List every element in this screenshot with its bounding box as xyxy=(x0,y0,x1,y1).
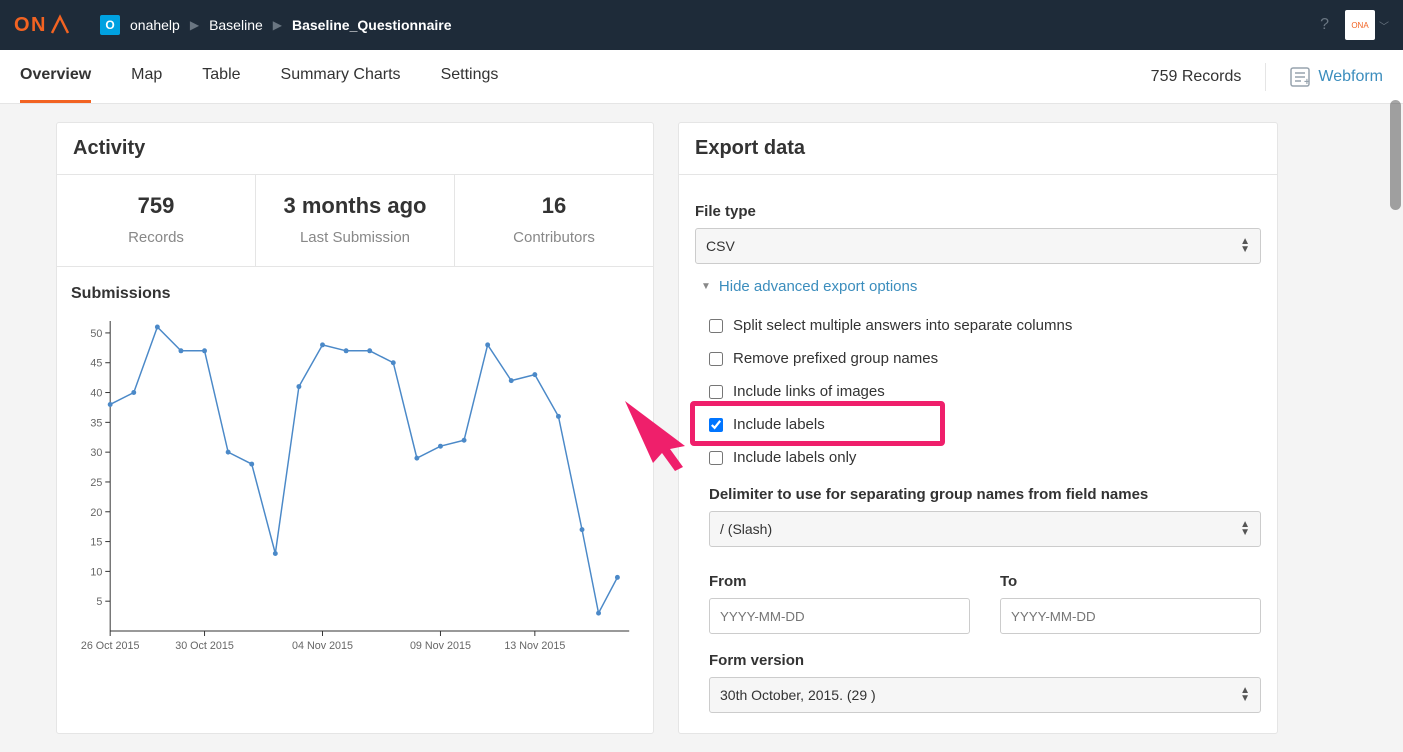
help-icon[interactable]: ? xyxy=(1320,16,1329,34)
to-label: To xyxy=(1000,573,1261,590)
toggle-advanced[interactable]: ▼ Hide advanced export options xyxy=(701,278,1261,295)
org-badge-icon: O xyxy=(100,15,120,35)
svg-text:10: 10 xyxy=(90,566,102,578)
chevron-updown-icon: ▲▼ xyxy=(1240,687,1250,703)
svg-text:13 Nov 2015: 13 Nov 2015 xyxy=(504,640,565,652)
chevron-updown-icon: ▲▼ xyxy=(1240,238,1250,254)
delimiter-select[interactable]: / (Slash) ▲▼ xyxy=(709,511,1261,547)
tab-settings[interactable]: Settings xyxy=(441,50,499,103)
tab-summary-charts[interactable]: Summary Charts xyxy=(281,50,401,103)
webform-icon: + xyxy=(1290,67,1310,87)
svg-text:25: 25 xyxy=(90,477,102,489)
tab-table[interactable]: Table xyxy=(202,50,240,103)
svg-text:09 Nov 2015: 09 Nov 2015 xyxy=(410,640,471,652)
stat-label: Contributors xyxy=(463,229,645,246)
file-type-select[interactable]: CSV ▲▼ xyxy=(695,228,1261,264)
stat-contributors[interactable]: 16 Contributors xyxy=(455,175,653,266)
checkbox[interactable] xyxy=(709,451,723,465)
chevron-right-icon: ▶ xyxy=(190,18,199,32)
svg-text:O: O xyxy=(14,14,31,36)
records-count: 759 Records xyxy=(1151,68,1242,86)
option-label: Split select multiple answers into separ… xyxy=(733,317,1072,334)
stat-label: Last Submission xyxy=(264,229,446,246)
toggle-advanced-label: Hide advanced export options xyxy=(719,278,917,295)
chevron-updown-icon: ▲▼ xyxy=(1240,521,1250,537)
svg-text:50: 50 xyxy=(90,328,102,340)
stat-last-submission[interactable]: 3 months ago Last Submission xyxy=(256,175,455,266)
option-label: Remove prefixed group names xyxy=(733,350,938,367)
chart-title: Submissions xyxy=(71,285,639,303)
svg-text:40: 40 xyxy=(90,387,102,399)
export-option-3[interactable]: Include labels xyxy=(695,408,1261,441)
form-version-select[interactable]: 30th October, 2015. (29 ) ▲▼ xyxy=(709,677,1261,713)
submissions-chart: 5 10 15 20 25 30 35 40 45 50 26 Oct 2015 30 Oct 201… xyxy=(71,311,639,661)
stat-value: 16 xyxy=(463,193,645,219)
svg-text:26 Oct 2015: 26 Oct 2015 xyxy=(81,640,140,652)
breadcrumb-form: Baseline_Questionnaire xyxy=(292,17,452,33)
svg-text:20: 20 xyxy=(90,507,102,519)
delimiter-value: / (Slash) xyxy=(720,521,772,537)
breadcrumb-org[interactable]: onahelp xyxy=(130,17,180,33)
svg-text:15: 15 xyxy=(90,536,102,548)
file-type-value: CSV xyxy=(706,238,735,254)
delimiter-label: Delimiter to use for separating group na… xyxy=(695,486,1261,503)
svg-text:45: 45 xyxy=(90,358,102,370)
stat-value: 759 xyxy=(65,193,247,219)
svg-text:30: 30 xyxy=(90,447,102,459)
from-label: From xyxy=(709,573,970,590)
activity-panel: Activity 759 Records 3 months ago Last Subm… xyxy=(56,122,654,734)
triangle-down-icon: ▼ xyxy=(701,281,711,292)
stat-label: Records xyxy=(65,229,247,246)
checkbox[interactable] xyxy=(709,319,723,333)
export-option-2[interactable]: Include links of images xyxy=(695,375,1261,408)
export-option-0[interactable]: Split select multiple answers into separ… xyxy=(695,309,1261,342)
export-title: Export data xyxy=(679,123,1277,175)
stat-records[interactable]: 759 Records xyxy=(57,175,256,266)
svg-text:04 Nov 2015: 04 Nov 2015 xyxy=(292,640,353,652)
export-panel: Export data File type CSV ▲▼ ▼ Hide adva… xyxy=(678,122,1278,734)
divider xyxy=(1265,63,1266,91)
checkbox[interactable] xyxy=(709,418,723,432)
tab-overview[interactable]: Overview xyxy=(20,50,91,103)
tab-map[interactable]: Map xyxy=(131,50,162,103)
breadcrumb: O onahelp ▶ Baseline ▶ Baseline_Question… xyxy=(100,15,452,35)
option-label: Include links of images xyxy=(733,383,885,400)
form-version-value: 30th October, 2015. (29 ) xyxy=(720,687,876,703)
option-label: Include labels xyxy=(733,416,825,433)
checkbox[interactable] xyxy=(709,385,723,399)
webform-label: Webform xyxy=(1318,68,1383,86)
from-date-input[interactable] xyxy=(709,598,970,634)
webform-link[interactable]: + Webform xyxy=(1290,67,1383,87)
stat-value: 3 months ago xyxy=(264,193,446,219)
scrollbar[interactable] xyxy=(1390,100,1401,210)
svg-text:N: N xyxy=(31,14,46,36)
checkbox[interactable] xyxy=(709,352,723,366)
svg-text:5: 5 xyxy=(96,596,102,608)
svg-text:30 Oct 2015: 30 Oct 2015 xyxy=(175,640,234,652)
option-label: Include labels only xyxy=(733,449,856,466)
user-menu[interactable]: ONA ﹀ xyxy=(1345,10,1389,40)
svg-text:35: 35 xyxy=(90,417,102,429)
chevron-down-icon: ﹀ xyxy=(1379,18,1389,33)
tabs: Overview Map Table Summary Charts Settings xyxy=(20,50,498,103)
logo[interactable]: O N xyxy=(14,14,76,36)
svg-text:+: + xyxy=(1304,77,1310,87)
export-option-4[interactable]: Include labels only xyxy=(695,441,1261,474)
breadcrumb-project[interactable]: Baseline xyxy=(209,17,263,33)
avatar: ONA xyxy=(1345,10,1375,40)
activity-title: Activity xyxy=(57,123,653,175)
to-date-input[interactable] xyxy=(1000,598,1261,634)
chevron-right-icon: ▶ xyxy=(273,18,282,32)
file-type-label: File type xyxy=(695,203,1261,220)
form-version-label: Form version xyxy=(695,652,1261,669)
export-option-1[interactable]: Remove prefixed group names xyxy=(695,342,1261,375)
